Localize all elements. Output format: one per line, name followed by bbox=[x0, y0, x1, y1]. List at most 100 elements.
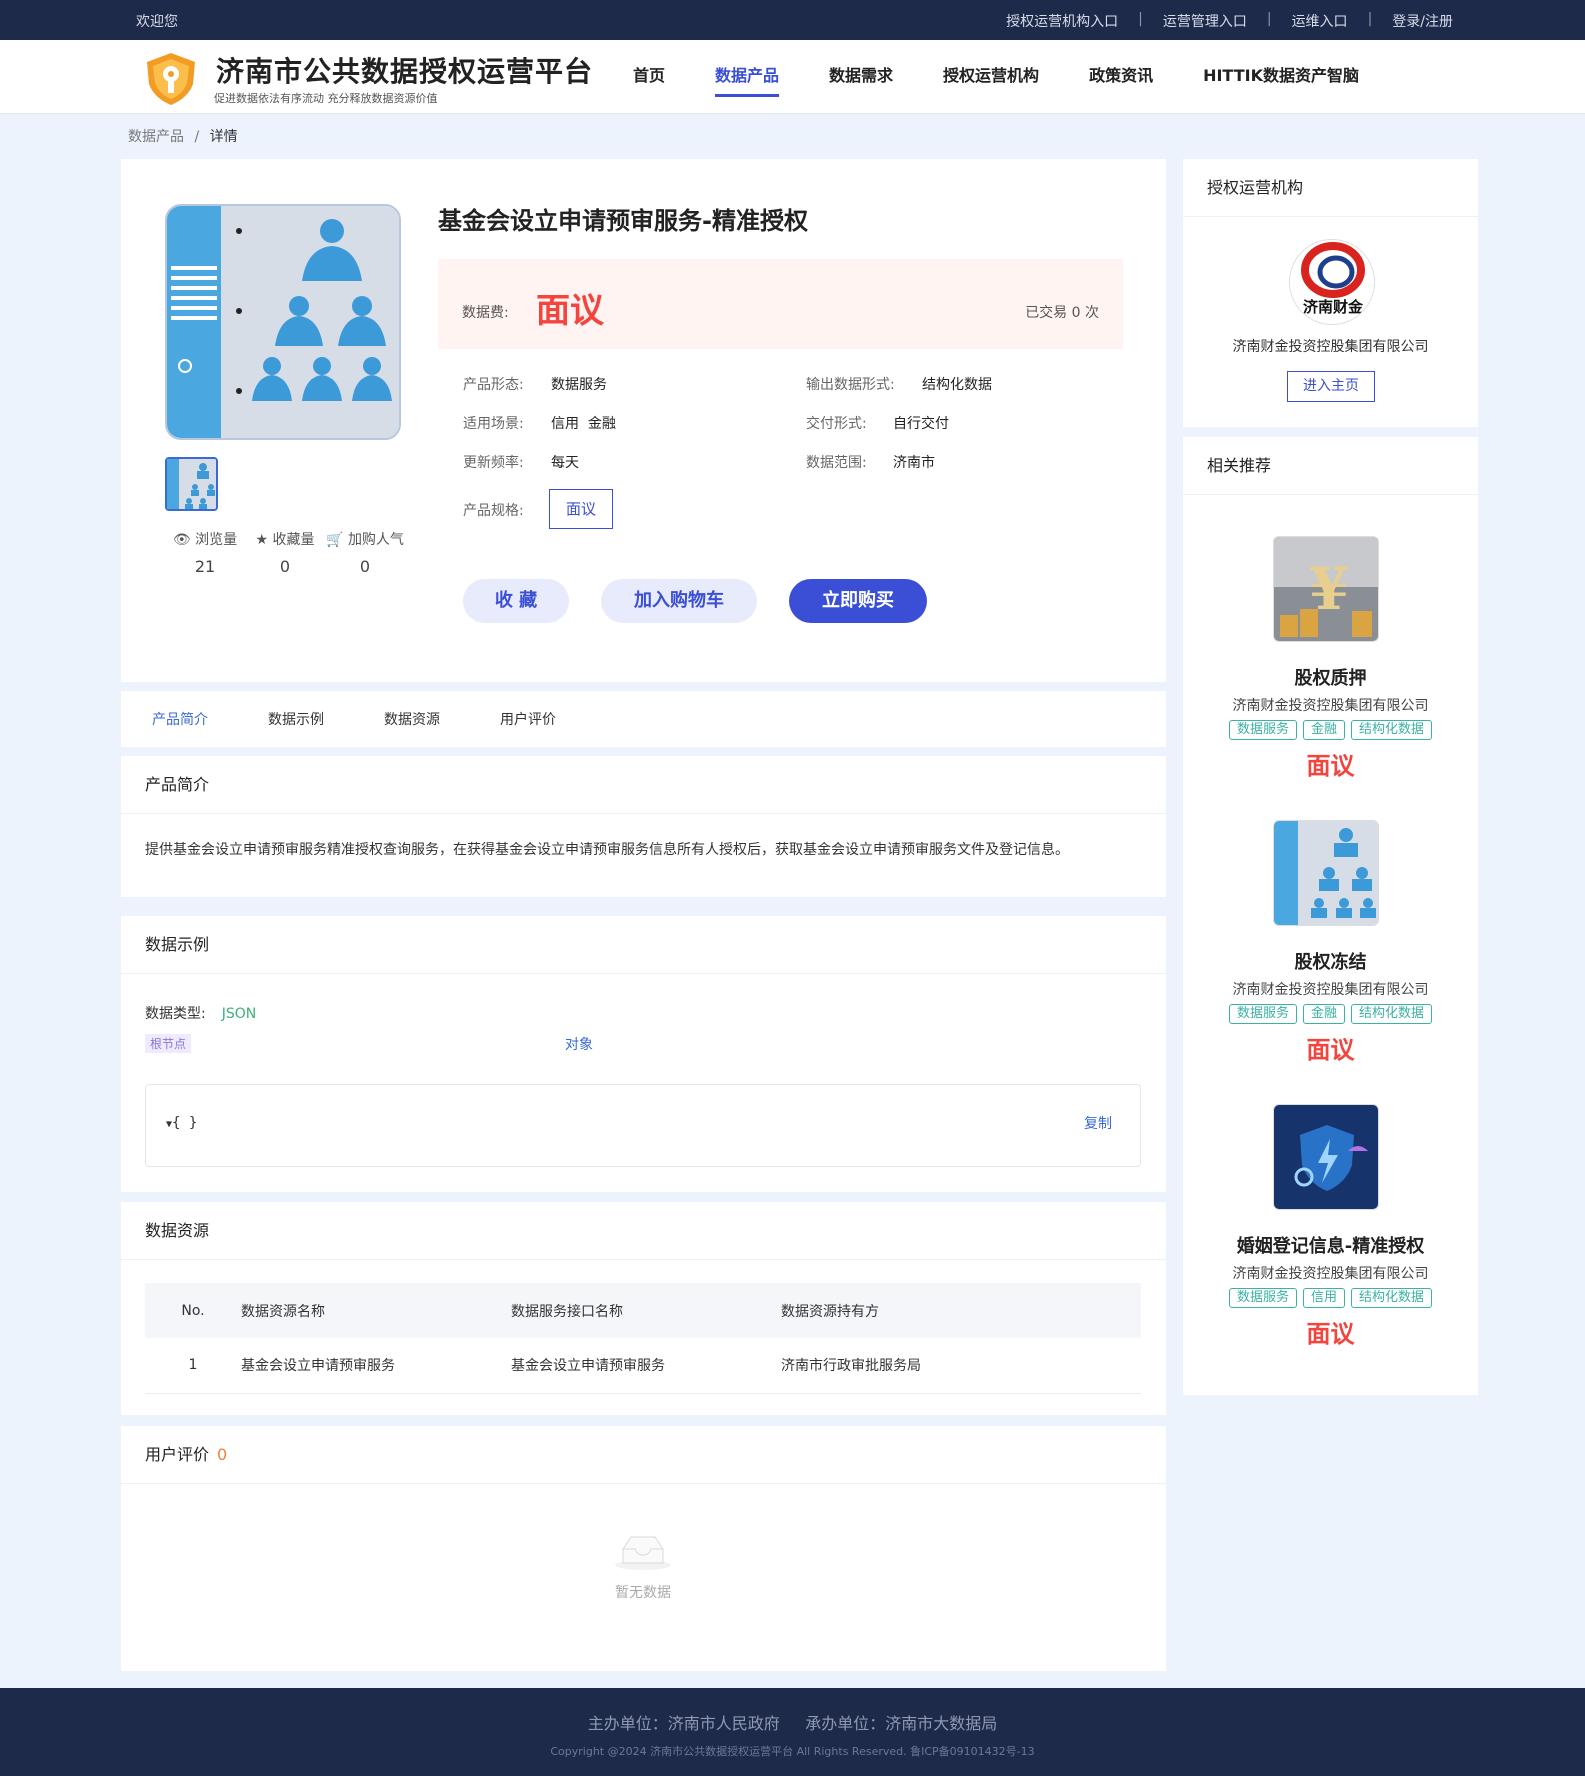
stat-views: 👁 浏览量 21 bbox=[165, 529, 245, 576]
tag: 数据服务 bbox=[1228, 1004, 1297, 1024]
org-logo[interactable]: 济南财金 bbox=[1289, 239, 1375, 325]
ops-entry-link[interactable]: 运营管理入口 bbox=[1163, 11, 1247, 31]
org-home-button[interactable]: 进入主页 bbox=[1287, 371, 1375, 402]
section-title: 用户评价 0 bbox=[121, 1426, 1166, 1484]
spec-option-button[interactable]: 面议 bbox=[549, 489, 613, 529]
top-links: 授权运营机构入口 | 运营管理入口 | 运维入口 | 登录/注册 bbox=[986, 11, 1453, 31]
add-to-cart-button[interactable]: 加入购物车 bbox=[601, 579, 757, 623]
recommend-org: 济南财金投资控股集团有限公司 bbox=[1232, 1266, 1429, 1282]
column-header: 数据资源名称 bbox=[241, 1283, 511, 1338]
copy-button[interactable]: 复制 bbox=[1084, 1113, 1112, 1133]
org-entry-link[interactable]: 授权运营机构入口 bbox=[1006, 11, 1118, 31]
column-header: 数据资源持有方 bbox=[781, 1283, 1141, 1338]
tab-example[interactable]: 数据示例 bbox=[268, 709, 324, 729]
data-type-label: 数据类型: bbox=[145, 1006, 206, 1022]
nav-home[interactable]: 首页 bbox=[633, 62, 665, 97]
footer-copyright: Copyright @2024 济南市公共数据授权运营平台 All Rights… bbox=[550, 1745, 1035, 1758]
product-image bbox=[165, 204, 401, 440]
stat-label: 浏览量 bbox=[195, 532, 238, 548]
platform-logo-icon[interactable] bbox=[142, 50, 200, 108]
recommend-image[interactable]: ¥ bbox=[1273, 536, 1379, 642]
breadcrumb-parent[interactable]: 数据产品 bbox=[128, 129, 184, 145]
breadcrumb-current: 详情 bbox=[209, 129, 238, 145]
breadcrumb: 数据产品 / 详情 bbox=[128, 126, 238, 146]
tab-reviews[interactable]: 用户评价 bbox=[500, 709, 556, 729]
attr-key: 更新频率: bbox=[463, 455, 524, 471]
resources-section: 数据资源 No. 数据资源名称 数据服务接口名称 数据资源持有方 1 基金会设立… bbox=[121, 1202, 1166, 1415]
people-notebook-icon bbox=[1274, 821, 1378, 925]
cart-icon: 🛒 bbox=[326, 532, 344, 548]
traded-count: 已交易 0 次 bbox=[1025, 305, 1099, 321]
attr-value: 数据服务 bbox=[551, 377, 607, 393]
login-register-link[interactable]: 登录/注册 bbox=[1392, 11, 1453, 31]
reviews-title: 用户评价 bbox=[145, 1445, 210, 1464]
platform-subtitle: 促进数据依法有序流动 充分释放数据资源价值 bbox=[214, 92, 438, 105]
eye-icon: 👁 bbox=[172, 532, 191, 548]
main-header: 济南市公共数据授权运营平台 促进数据依法有序流动 充分释放数据资源价值 首页 数… bbox=[0, 40, 1585, 114]
tab-resources[interactable]: 数据资源 bbox=[384, 709, 440, 729]
divider: | bbox=[1266, 11, 1272, 27]
nav-hittik[interactable]: HITTIK数据资产智脑 bbox=[1203, 62, 1359, 97]
buy-now-button[interactable]: 立即购买 bbox=[789, 579, 927, 623]
attr-key: 适用场景: bbox=[463, 416, 524, 432]
section-title: 产品简介 bbox=[121, 756, 1166, 814]
attr-key: 产品规格: bbox=[463, 503, 524, 519]
attr-output: 输出数据形式: 结构化数据 bbox=[806, 374, 992, 394]
stat-favorites: ★ 收藏量 0 bbox=[245, 529, 325, 576]
attr-key: 交付形式: bbox=[806, 416, 867, 432]
intro-text: 提供基金会设立申请预审服务精准授权查询服务，在获得基金会设立申请预审服务信息所有… bbox=[145, 842, 1069, 858]
welcome-text: 欢迎您 bbox=[136, 14, 178, 30]
nav-policy[interactable]: 政策资讯 bbox=[1089, 62, 1153, 97]
tag: 数据服务 bbox=[1228, 720, 1297, 740]
empty-inbox-icon bbox=[615, 1536, 671, 1570]
attr-value: 信用 金融 bbox=[551, 416, 616, 432]
table-cell: 1 bbox=[145, 1338, 241, 1394]
stat-label: 收藏量 bbox=[272, 532, 315, 548]
example-section: 数据示例 数据类型: JSON 根节点 对象 ▼{ } 复制 bbox=[121, 916, 1166, 1192]
nav-data-demand[interactable]: 数据需求 bbox=[829, 62, 893, 97]
product-illustration-icon bbox=[167, 206, 399, 438]
stat-value: 21 bbox=[194, 557, 216, 576]
recommend-price: 面议 bbox=[1306, 1036, 1355, 1064]
attr-key: 数据范围: bbox=[806, 455, 867, 471]
tag: 信用 bbox=[1302, 1288, 1345, 1308]
nav-data-products[interactable]: 数据产品 bbox=[715, 62, 780, 97]
recommend-image[interactable] bbox=[1273, 1104, 1379, 1210]
recommend-title[interactable]: 婚姻登记信息-精准授权 bbox=[1183, 1232, 1478, 1258]
breadcrumb-sep: / bbox=[194, 129, 200, 145]
org-logo-icon: 济南财金 bbox=[1290, 240, 1374, 324]
recommend-org: 济南财金投资控股集团有限公司 bbox=[1232, 698, 1429, 714]
attr-value: 结构化数据 bbox=[922, 377, 992, 393]
reviews-count: 0 bbox=[217, 1445, 228, 1464]
recommend-org: 济南财金投资控股集团有限公司 bbox=[1232, 982, 1429, 998]
nav-orgs[interactable]: 授权运营机构 bbox=[943, 62, 1039, 97]
tab-intro[interactable]: 产品简介 bbox=[152, 709, 208, 729]
footer-organizers: 主办单位：济南市人民政府 承办单位：济南市大数据局 bbox=[587, 1714, 998, 1733]
attr-frequency: 更新频率: 每天 bbox=[463, 452, 579, 472]
main-nav: 首页 数据产品 数据需求 授权运营机构 政策资讯 HITTIK数据资产智脑 bbox=[633, 62, 1409, 97]
maintenance-entry-link[interactable]: 运维入口 bbox=[1292, 11, 1348, 31]
stat-value: 0 bbox=[359, 557, 371, 576]
spec-label: 产品规格: bbox=[463, 500, 524, 520]
product-thumbnail[interactable] bbox=[165, 457, 218, 511]
recommend-tags: 数据服务 金融 结构化数据 bbox=[1183, 1004, 1478, 1024]
divider: | bbox=[1138, 11, 1143, 27]
json-tree[interactable]: ▼{ } bbox=[166, 1115, 197, 1131]
favorite-button[interactable]: 收 藏 bbox=[463, 579, 569, 623]
tag: 结构化数据 bbox=[1351, 1004, 1433, 1024]
recommend-price: 面议 bbox=[1306, 752, 1355, 780]
section-title: 数据资源 bbox=[121, 1202, 1166, 1260]
data-type-value: JSON bbox=[221, 1006, 257, 1022]
tag: 数据服务 bbox=[1228, 1288, 1297, 1308]
recommend-panel: 相关推荐 ¥ 股权质押 济南财金投资控股集团有限公司 数据服务 金融 结构化数据 面… bbox=[1183, 437, 1478, 1395]
recommend-title[interactable]: 股权冻结 bbox=[1183, 948, 1478, 974]
recommend-title[interactable]: 股权质押 bbox=[1183, 664, 1478, 690]
platform-title: 济南市公共数据授权运营平台 bbox=[216, 55, 594, 88]
column-header: No. bbox=[145, 1283, 241, 1338]
intro-section: 产品简介 提供基金会设立申请预审服务精准授权查询服务，在获得基金会设立申请预审服… bbox=[121, 756, 1166, 897]
stat-cart: 🛒 加购人气 0 bbox=[325, 529, 405, 576]
object-label: 对象 bbox=[565, 1037, 593, 1053]
attr-value: 每天 bbox=[551, 455, 579, 471]
recommend-image[interactable] bbox=[1273, 820, 1379, 926]
column-header: 数据服务接口名称 bbox=[511, 1283, 781, 1338]
